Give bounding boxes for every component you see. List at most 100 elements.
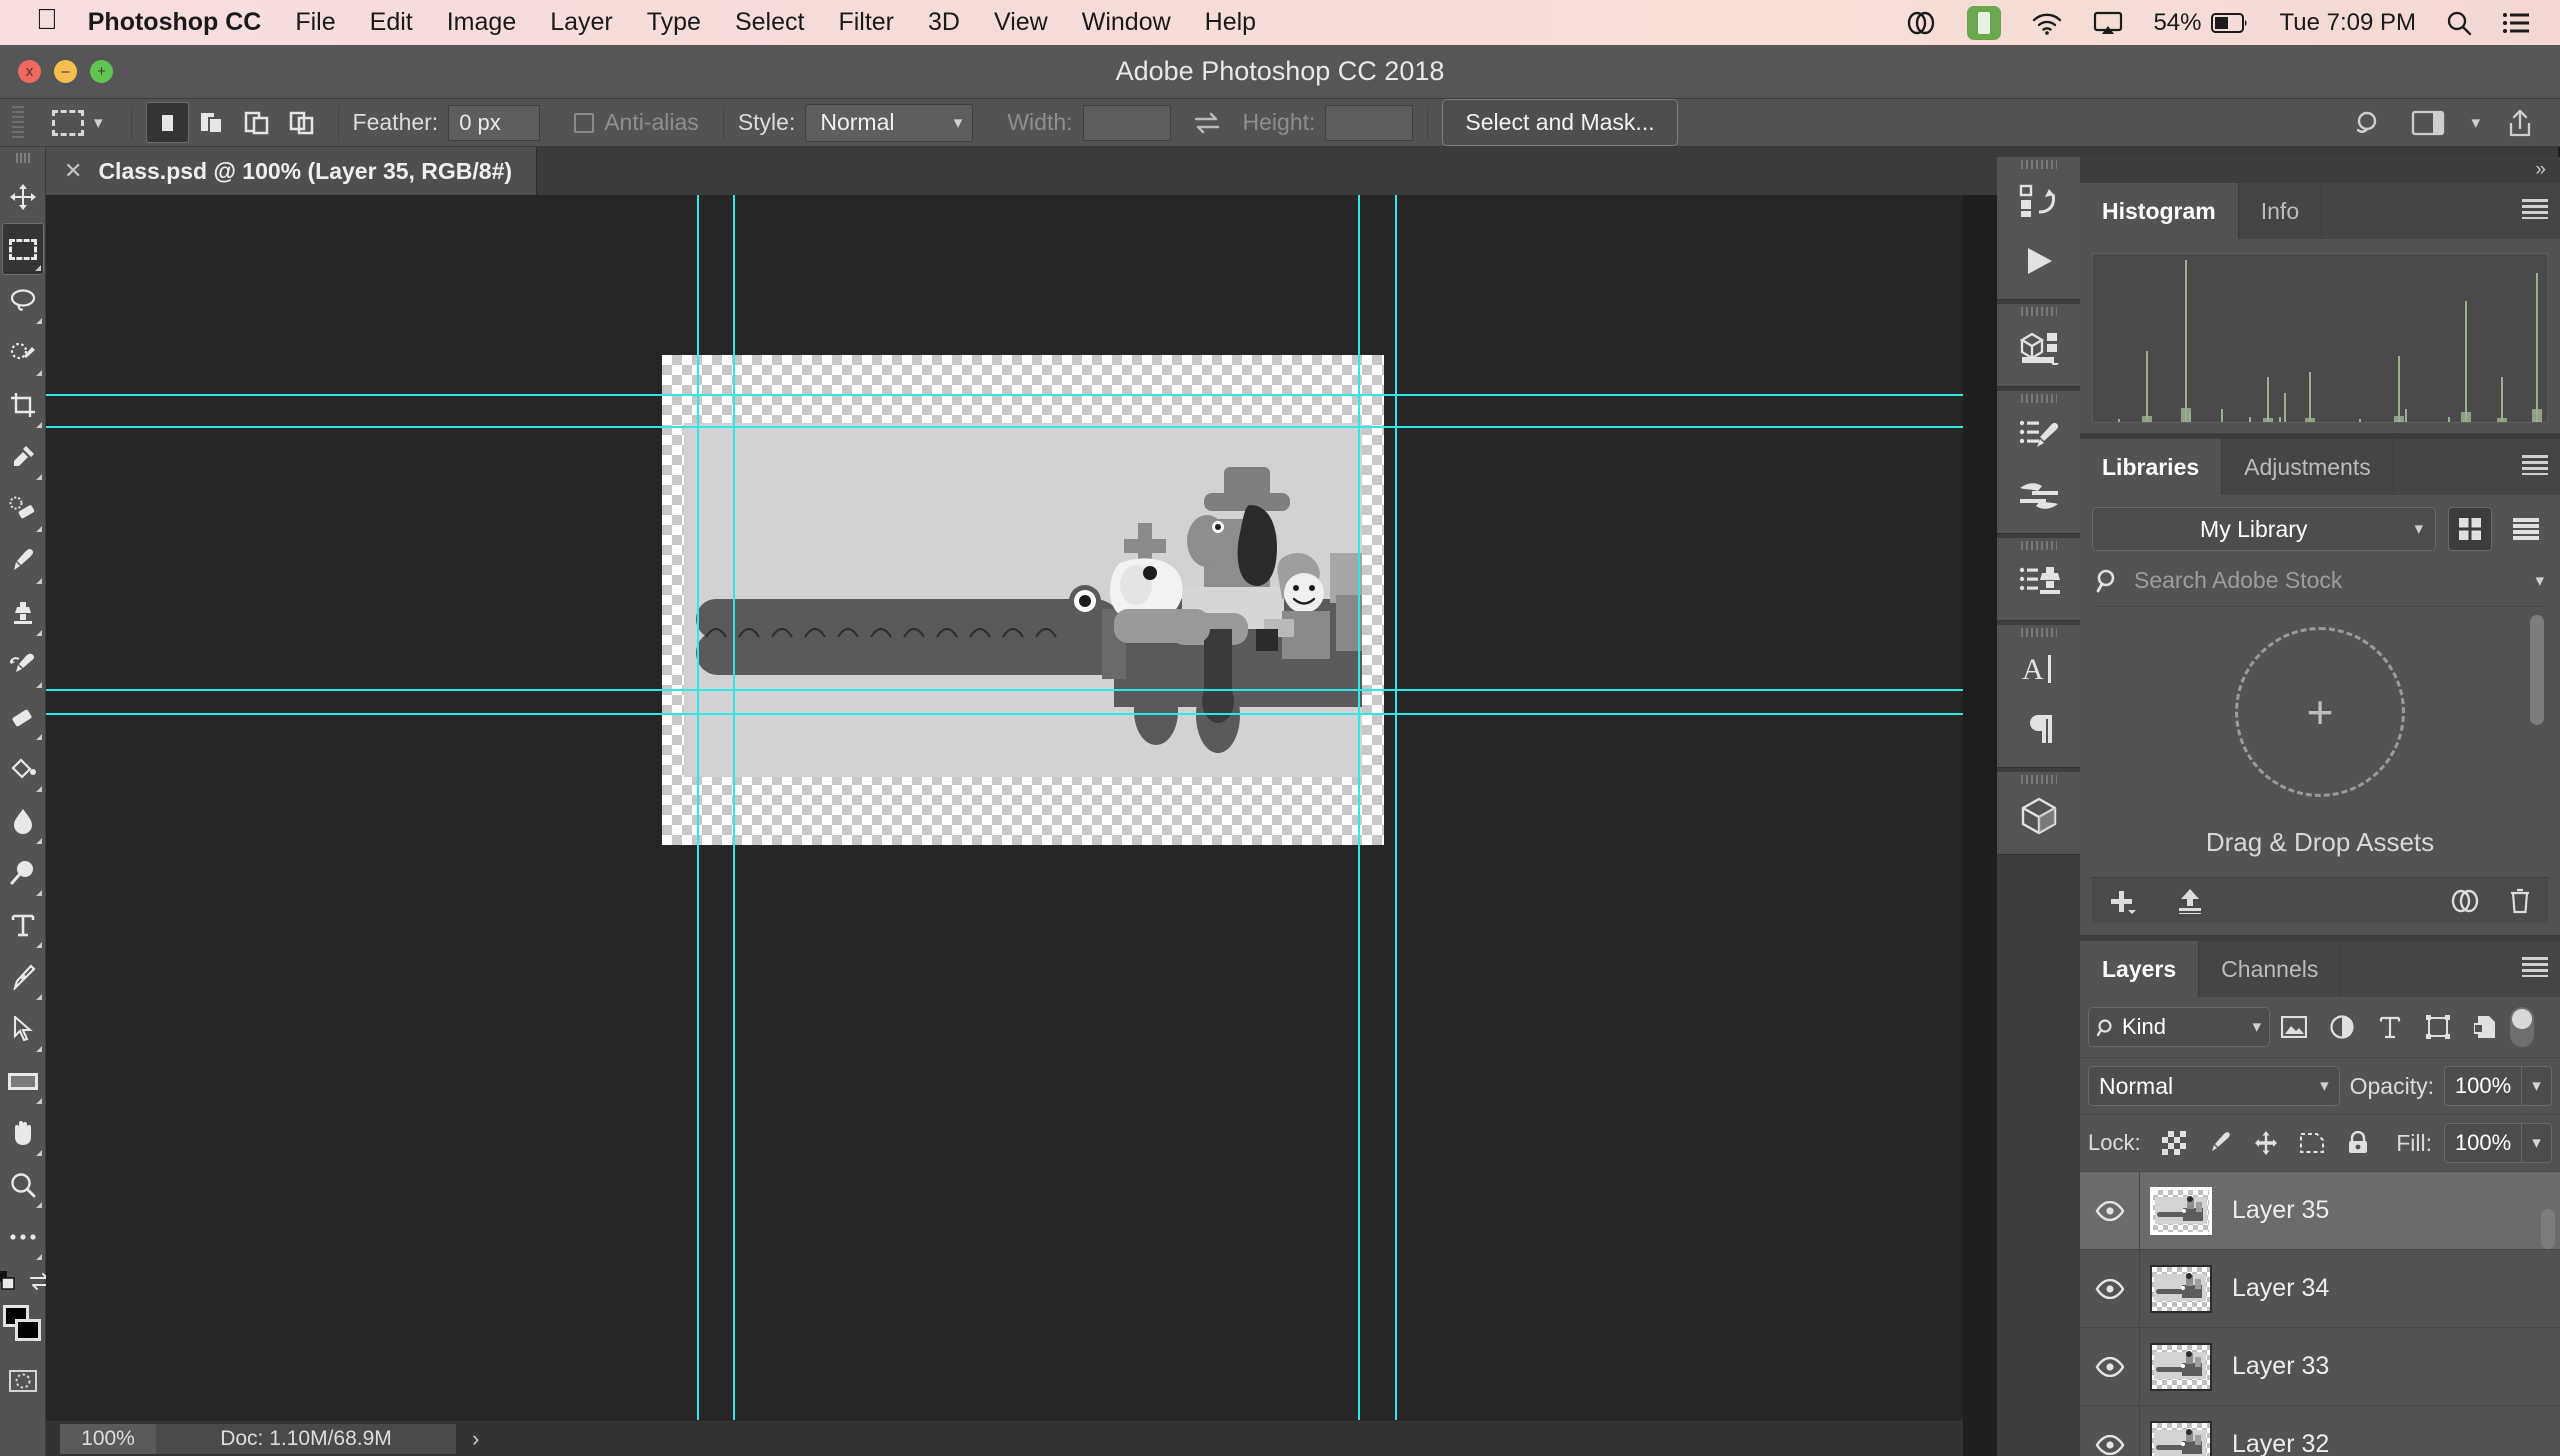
fill-stepper-icon[interactable]: ▾ [2522, 1123, 2552, 1163]
width-input[interactable] [1082, 104, 1171, 141]
apple-logo-icon[interactable]:  [36, 6, 58, 35]
rail-grip[interactable] [1997, 625, 2080, 639]
color-swatches[interactable] [1, 1303, 45, 1351]
eraser-tool[interactable] [2, 691, 44, 743]
pen-tool[interactable] [2, 951, 44, 1003]
menu-item-help[interactable]: Help [1205, 8, 1256, 37]
adobe-stock-search[interactable]: Search Adobe Stock ▾ [2092, 551, 2548, 607]
chevron-down-icon[interactable]: ▾ [2471, 113, 2480, 133]
chevron-down-icon[interactable]: ▾ [2535, 571, 2544, 591]
eyedropper-tool[interactable] [2, 431, 44, 483]
subtract-from-selection-icon[interactable] [236, 102, 279, 143]
creative-cloud-icon[interactable] [2448, 888, 2482, 914]
layer-thumbnail[interactable] [2150, 1186, 2212, 1235]
upload-icon[interactable] [2176, 888, 2204, 914]
brush-settings-icon[interactable] [1997, 405, 2080, 465]
rectangular-marquee-tool[interactable] [1, 223, 44, 275]
anti-alias-checkbox[interactable] [574, 112, 595, 133]
new-selection-icon[interactable] [145, 102, 189, 143]
tab-layers[interactable]: Layers [2080, 941, 2200, 997]
tab-info[interactable]: Info [2238, 183, 2323, 239]
rail-grip[interactable] [1997, 538, 2080, 552]
fill-input[interactable]: 100% [2444, 1123, 2522, 1163]
eye-visibility-icon[interactable] [2080, 1172, 2140, 1249]
artboard-guide-vertical[interactable] [1358, 355, 1360, 845]
opacity-stepper-icon[interactable]: ▾ [2522, 1066, 2552, 1106]
layer-row[interactable]: Layer 32 [2080, 1406, 2560, 1456]
eye-visibility-icon[interactable] [2080, 1328, 2140, 1405]
share-icon[interactable] [2506, 108, 2534, 138]
chevron-right-icon[interactable]: › [456, 1426, 495, 1452]
histogram-chart[interactable] [2092, 253, 2548, 423]
search-icon[interactable] [2355, 108, 2385, 138]
wifi-icon[interactable] [2031, 11, 2063, 35]
history-brush-tool[interactable] [2, 639, 44, 691]
quick-selection-tool[interactable] [2, 327, 44, 379]
search-input[interactable]: Search Adobe Stock [2134, 567, 2523, 594]
lasso-tool[interactable] [2, 275, 44, 327]
add-to-selection-icon[interactable] [191, 102, 234, 143]
app-badge-icon[interactable] [1967, 5, 2002, 40]
rectangle-shape-tool[interactable] [2, 1055, 44, 1107]
layer-thumbnail[interactable] [2150, 1420, 2212, 1456]
panel-menu-icon[interactable] [2522, 957, 2548, 977]
clone-source-icon[interactable] [1997, 552, 2080, 612]
document-canvas[interactable] [46, 195, 1963, 1420]
spot-healing-brush-tool[interactable] [2, 483, 44, 535]
grid-view-icon[interactable] [2448, 507, 2492, 551]
layer-thumbnail[interactable] [2150, 1342, 2212, 1391]
options-bar-grip[interactable] [12, 105, 24, 140]
airplay-icon[interactable] [2093, 11, 2123, 35]
minimize-window-button[interactable]: – [54, 60, 77, 83]
panel-menu-icon[interactable] [2522, 455, 2548, 475]
artboard-guide-vertical[interactable] [733, 355, 735, 845]
select-and-mask-button[interactable]: Select and Mask... [1442, 99, 1678, 146]
edit-toolbar-tool[interactable] [2, 1211, 44, 1263]
tab-adjustments[interactable]: Adjustments [2222, 439, 2394, 495]
gradient-paint-bucket-tool[interactable] [2, 743, 44, 795]
adjustment-filter-icon[interactable] [2318, 1007, 2366, 1047]
asset-dropzone[interactable]: + Drag & Drop Assets [2092, 607, 2548, 877]
zoom-window-button[interactable]: + [90, 60, 113, 83]
rail-grip[interactable] [1997, 157, 2080, 171]
type-tool[interactable] [2, 899, 44, 951]
document-tab[interactable]: ✕ Class.psd @ 100% (Layer 35, RGB/8#) [46, 147, 538, 195]
eye-visibility-icon[interactable] [2080, 1250, 2140, 1327]
intersect-selection-icon[interactable] [281, 102, 324, 143]
menu-item-layer[interactable]: Layer [550, 8, 613, 37]
artboard-guide-horizontal[interactable] [662, 689, 1384, 691]
toolbar-grip[interactable] [15, 153, 30, 163]
hand-tool[interactable] [2, 1107, 44, 1159]
delete-icon[interactable] [2508, 888, 2532, 914]
creative-cloud-icon[interactable] [1905, 10, 1937, 36]
blur-tool[interactable] [2, 795, 44, 847]
menu-item-3d[interactable]: 3D [928, 8, 960, 37]
blend-mode-select[interactable]: Normal ▾ [2088, 1066, 2340, 1106]
dodge-tool[interactable] [2, 847, 44, 899]
artboard-guide-horizontal[interactable] [662, 713, 1384, 715]
layers-scrollbar[interactable] [2541, 1209, 2555, 1249]
menu-item-image[interactable]: Image [447, 8, 516, 37]
layer-filter-kind-select[interactable]: Kind ▾ [2088, 1007, 2270, 1047]
layer-row[interactable]: Layer 33 [2080, 1328, 2560, 1406]
menu-clock[interactable]: Tue 7:09 PM [2279, 9, 2416, 37]
actions-play-icon[interactable] [1997, 231, 2080, 291]
height-input[interactable] [1325, 104, 1414, 141]
add-asset-icon[interactable] [2108, 888, 2136, 914]
lock-artboard-icon[interactable] [2291, 1125, 2333, 1161]
layer-row[interactable]: Layer 34 [2080, 1250, 2560, 1328]
notification-center-icon[interactable] [2502, 12, 2530, 34]
rail-grip[interactable] [1997, 772, 2080, 786]
type-filter-icon[interactable] [2366, 1007, 2414, 1047]
menu-item-select[interactable]: Select [735, 8, 804, 37]
tab-channels[interactable]: Channels [2199, 941, 2342, 997]
character-icon[interactable]: A [1997, 639, 2080, 699]
spotlight-search-icon[interactable] [2446, 10, 2472, 36]
move-tool[interactable] [2, 171, 44, 223]
battery-icon[interactable] [2211, 12, 2249, 33]
opacity-input[interactable]: 100% [2444, 1066, 2522, 1106]
workspace-icon[interactable] [2411, 109, 2445, 137]
lock-all-icon[interactable] [2337, 1125, 2379, 1161]
quick-mask-icon[interactable] [2, 1355, 44, 1407]
tool-preset-picker[interactable]: ▾ [38, 109, 117, 136]
